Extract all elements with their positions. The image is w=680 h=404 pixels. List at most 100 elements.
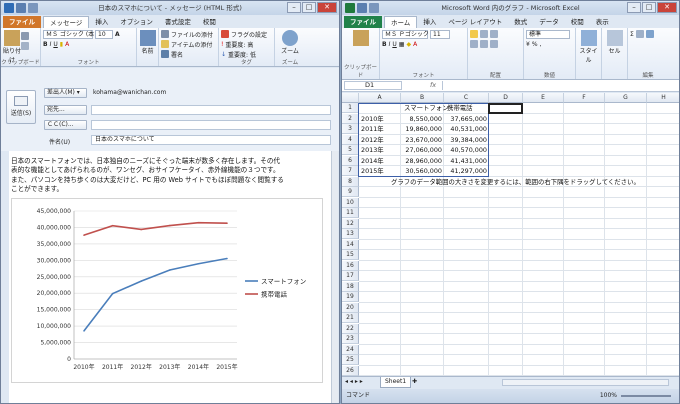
embedded-chart[interactable]: 0 5,000,000 10,000,000 15,000,000 20,000,000… (11, 198, 323, 383)
tab-insert[interactable]: 挿入 (417, 16, 442, 28)
address-book-icon[interactable] (139, 30, 156, 46)
row-header[interactable]: 14 (342, 239, 359, 250)
fill-color-icon[interactable]: ◆ (406, 41, 411, 48)
importance-high-button[interactable]: ! 重要度: 高 (221, 39, 272, 49)
sum-icon[interactable]: Σ (630, 31, 634, 38)
worksheet-grid[interactable]: A B C D E F G H 1 2 3 4 5 6 7 8 9 10 11 12 13 14 15 16 17 18 19 20 2… (342, 93, 679, 376)
row-header[interactable]: 9 (342, 187, 359, 197)
font-color-icon[interactable]: A (65, 41, 69, 48)
undo-icon[interactable] (369, 3, 379, 13)
row-header[interactable]: 8 (342, 176, 359, 187)
close-button[interactable]: ✕ (657, 2, 677, 13)
tab-insert[interactable]: 挿入 (89, 16, 114, 28)
copy-icon[interactable] (21, 42, 29, 50)
row-header[interactable]: 21 (342, 313, 359, 323)
row-header[interactable]: 10 (342, 197, 359, 208)
percent-icon[interactable]: % (532, 41, 538, 48)
tab-page-layout[interactable]: ページ レイアウト (442, 16, 508, 28)
font-size-combo[interactable]: 11 (430, 29, 450, 39)
underline-button[interactable]: U (53, 41, 57, 48)
flag-button[interactable]: フラグの設定 (221, 29, 272, 39)
tab-review[interactable]: 校閲 (197, 16, 222, 28)
column-header[interactable]: D (489, 93, 523, 103)
zoom-slider[interactable] (621, 395, 671, 397)
border-icon[interactable]: ▦ (399, 41, 405, 48)
sheet-nav-icon[interactable]: ◂ ◂ ▸ ▸ (345, 378, 363, 385)
tab-review[interactable]: 校閲 (565, 16, 590, 28)
excel-app-icon[interactable] (345, 3, 355, 13)
tab-view[interactable]: 表示 (590, 16, 615, 28)
font-color-icon[interactable]: A (413, 41, 417, 48)
vertical-scrollbar[interactable] (331, 151, 338, 403)
sort-icon[interactable] (635, 30, 644, 38)
font-name-combo[interactable]: ＭＳ Ｐゴシック (382, 29, 429, 39)
magnifier-icon[interactable] (282, 30, 298, 46)
italic-button[interactable]: I (389, 41, 391, 48)
align-center-icon[interactable] (480, 40, 488, 48)
tab-options[interactable]: オプション (114, 16, 159, 28)
row-header[interactable]: 23 (342, 334, 359, 344)
paste-icon[interactable] (352, 30, 369, 46)
underline-button[interactable]: U (392, 41, 396, 48)
cut-icon[interactable] (21, 32, 29, 40)
save-icon[interactable] (357, 3, 367, 13)
tab-formulas[interactable]: 数式 (508, 16, 533, 28)
tab-file[interactable]: ファイル (3, 16, 41, 28)
row-header[interactable]: 6 (342, 155, 359, 166)
cc-button[interactable]: ＣＣ(C)... (44, 120, 87, 130)
italic-button[interactable]: I (50, 41, 52, 48)
comma-icon[interactable]: , (540, 41, 542, 48)
column-header[interactable]: B (401, 93, 444, 103)
formula-input[interactable] (442, 81, 677, 90)
save-icon[interactable] (16, 3, 26, 13)
wrap-text-icon[interactable] (490, 30, 498, 38)
to-field[interactable] (91, 105, 331, 115)
currency-icon[interactable]: ¥ (526, 41, 530, 48)
tab-file[interactable]: ファイル (344, 16, 382, 28)
subject-field[interactable]: 日本のスマホについて (91, 135, 331, 145)
bold-button[interactable]: B (382, 41, 387, 48)
align-middle-icon[interactable] (480, 30, 488, 38)
merge-icon[interactable] (490, 40, 498, 48)
find-icon[interactable] (645, 30, 654, 38)
cc-field[interactable] (91, 120, 331, 130)
column-header[interactable]: H (647, 93, 679, 103)
select-all-corner[interactable] (342, 93, 359, 103)
align-left-icon[interactable] (470, 40, 478, 48)
body-text[interactable]: 日本のスマートフォンでは、日本独自のニーズにそぐった端末が数多く存在します。その… (11, 157, 323, 194)
styles-icon[interactable] (580, 30, 597, 46)
tab-home[interactable]: ホーム (384, 16, 418, 28)
row-header[interactable]: 18 (342, 281, 359, 292)
close-button[interactable]: ✕ (317, 2, 337, 13)
send-button[interactable]: 送信(S) (6, 90, 36, 124)
minimize-button[interactable]: – (627, 2, 641, 13)
sheet-tab[interactable]: Sheet1 (380, 377, 412, 388)
fx-label[interactable]: fx (430, 81, 436, 89)
grow-font-icon[interactable]: A (115, 31, 120, 38)
outlook-app-icon[interactable] (4, 3, 14, 13)
font-name-combo[interactable]: ＭＳ ゴシック (本 (43, 29, 94, 39)
row-header[interactable]: 7 (342, 166, 359, 176)
row-header[interactable]: 17 (342, 271, 359, 281)
row-header[interactable]: 11 (342, 208, 359, 218)
attach-file-button[interactable]: ファイルの添付 (161, 29, 216, 39)
active-cell[interactable] (488, 103, 523, 114)
row-header[interactable]: 22 (342, 323, 359, 334)
maximize-button[interactable]: □ (642, 2, 656, 13)
column-header[interactable]: F (564, 93, 605, 103)
row-header[interactable]: 12 (342, 218, 359, 229)
minimize-button[interactable]: – (287, 2, 301, 13)
row-header[interactable]: 20 (342, 302, 359, 313)
highlight-icon[interactable]: ▮ (60, 41, 63, 48)
number-format-combo[interactable]: 標準 (526, 29, 570, 39)
row-header[interactable]: 5 (342, 145, 359, 155)
to-button[interactable]: 宛先... (44, 105, 87, 115)
signature-button[interactable]: 署名 (161, 49, 216, 59)
zoom-level[interactable]: 100% (600, 389, 617, 403)
column-header[interactable]: C (444, 93, 489, 103)
row-header[interactable]: 3 (342, 124, 359, 134)
row-header[interactable]: 1 (342, 103, 359, 113)
maximize-button[interactable]: □ (302, 2, 316, 13)
tab-data[interactable]: データ (533, 16, 565, 28)
name-box[interactable]: D1 (344, 81, 402, 90)
